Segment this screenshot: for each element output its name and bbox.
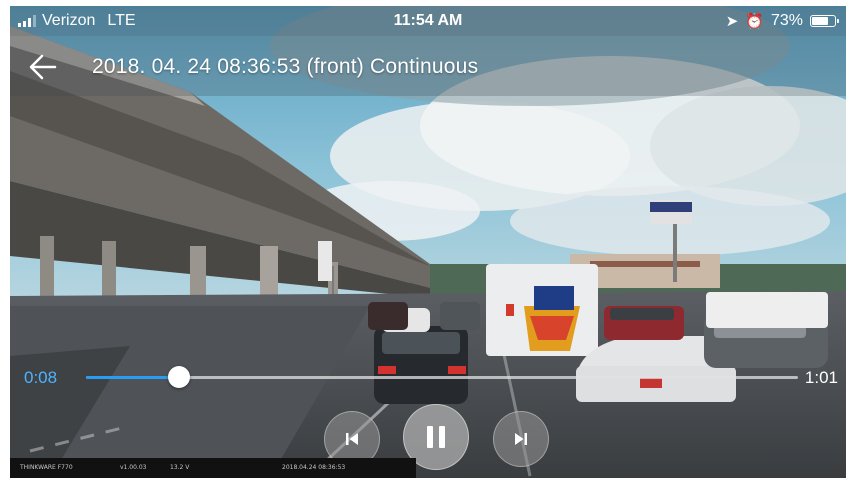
- skip-next-icon: [515, 433, 527, 445]
- battery-percent: 73%: [770, 12, 803, 29]
- seek-thumb[interactable]: [167, 366, 190, 388]
- back-button[interactable]: [26, 50, 60, 84]
- back-arrow-icon: [29, 54, 57, 80]
- seek-bar[interactable]: [86, 366, 798, 388]
- title-bar: 2018. 04. 24 08:36:53 (front) Continuous: [10, 36, 846, 96]
- next-button[interactable]: [493, 411, 549, 467]
- battery-icon: [810, 15, 839, 27]
- status-bar: Verizon LTE 11:54 AM ➤ ⏰ 73%: [10, 6, 846, 36]
- seek-progress-fill: [86, 376, 179, 379]
- battery-level: [812, 17, 828, 25]
- total-time-label: 1:01: [804, 368, 838, 387]
- status-time: 11:54 AM: [393, 12, 463, 29]
- voltage-label: 13.2 V: [170, 464, 190, 471]
- skip-previous-icon: [346, 433, 358, 445]
- camera-model-label: THINKWARE F770: [20, 464, 73, 471]
- timestamp-label: 2018.04.24 08:36:53: [282, 464, 346, 471]
- location-arrow-icon: ➤: [725, 13, 739, 30]
- video-player-screen: Verizon LTE 11:54 AM ➤ ⏰ 73% 2018. 04. 2…: [10, 6, 846, 478]
- current-time-label: 0:08: [24, 368, 58, 387]
- alarm-clock-icon: ⏰: [745, 13, 764, 30]
- video-title: 2018. 04. 24 08:36:53 (front) Continuous: [92, 55, 479, 78]
- dashcam-info-stamp: THINKWARE F770 v1.00.03 13.2 V 2018.04.2…: [10, 458, 416, 478]
- pause-icon: [427, 426, 445, 448]
- status-right: ➤ ⏰ 73%: [725, 12, 839, 30]
- firmware-label: v1.00.03: [120, 464, 147, 471]
